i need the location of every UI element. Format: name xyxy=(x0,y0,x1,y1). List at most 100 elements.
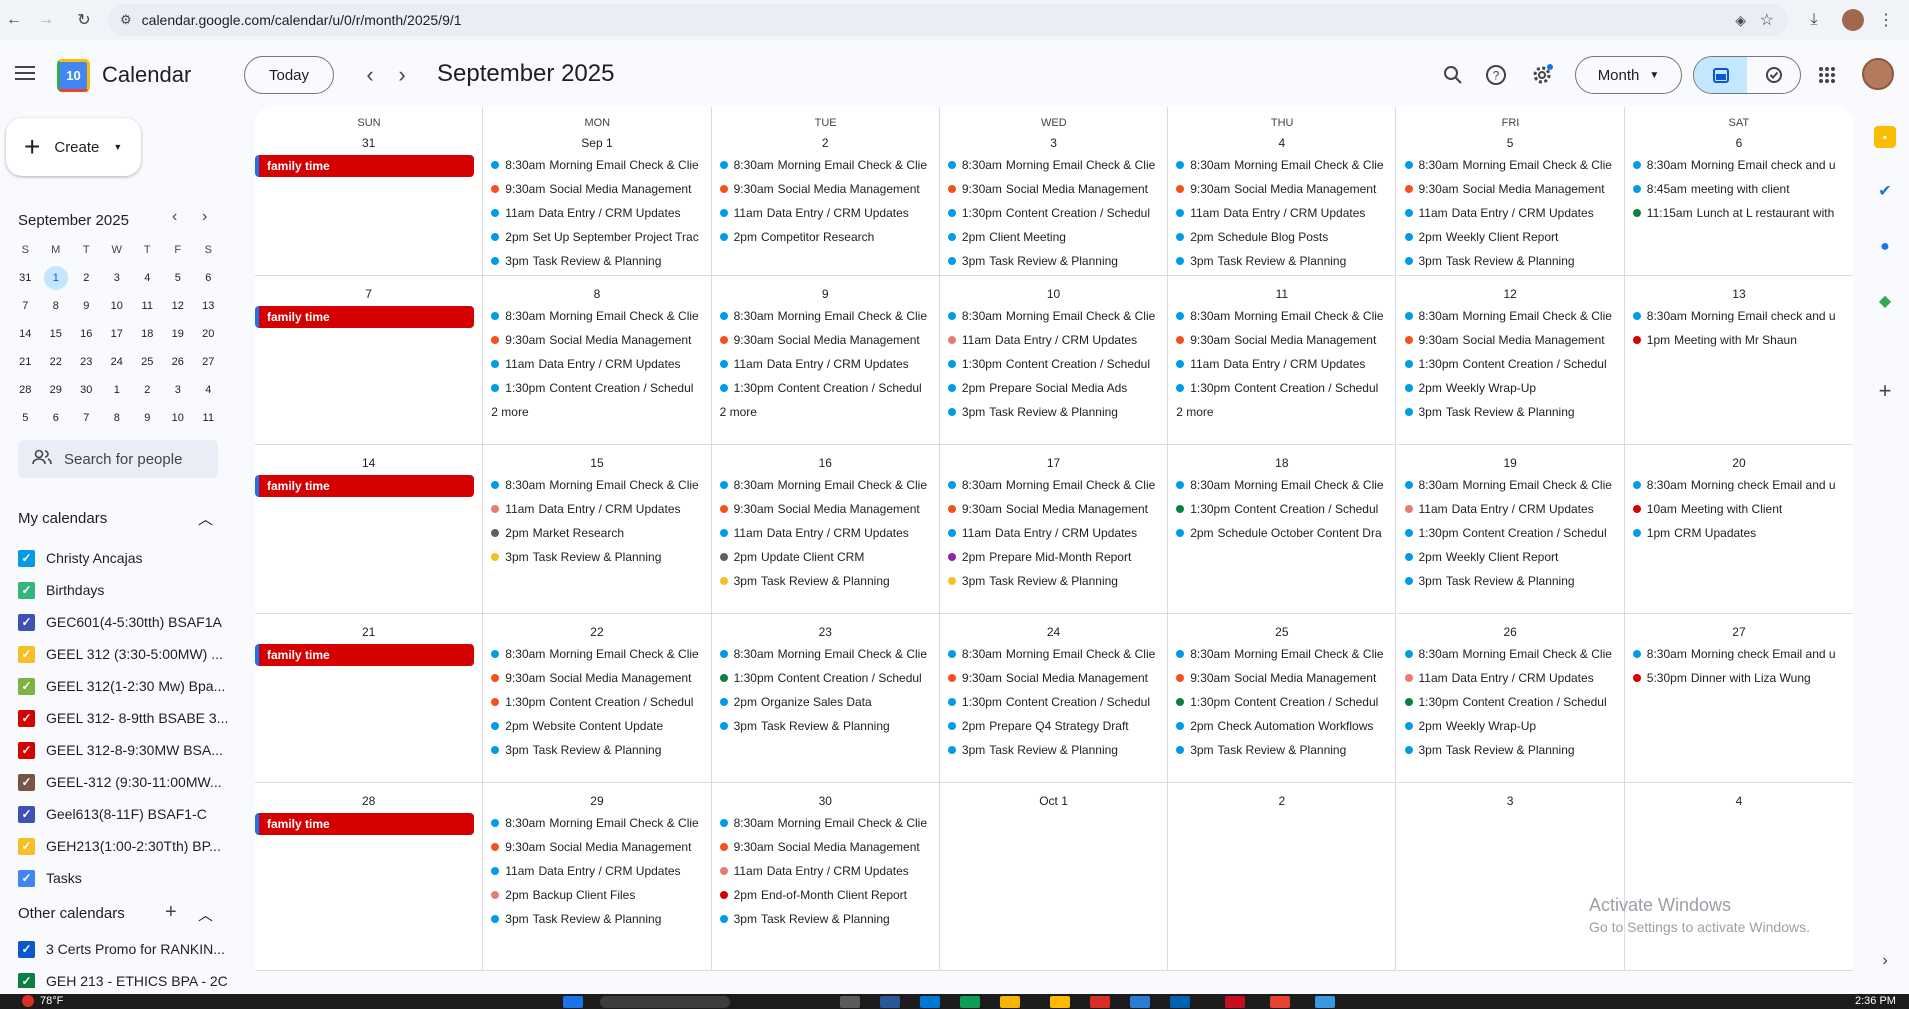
calendar-checkbox[interactable]: ✓ xyxy=(18,645,35,663)
maps-icon[interactable]: ◆ xyxy=(1874,290,1896,312)
mini-day[interactable]: 25 xyxy=(132,349,163,375)
day-number[interactable]: 29 xyxy=(483,791,710,811)
day-number[interactable]: 9 xyxy=(712,284,939,304)
mini-day[interactable]: 28 xyxy=(10,377,41,403)
event-chip[interactable]: 11am Data Entry / CRM Updates xyxy=(483,201,710,225)
day-number[interactable]: 26 xyxy=(1397,622,1624,642)
event-chip[interactable]: 8:30am Morning Email Check & Clie xyxy=(483,642,710,666)
event-chip[interactable]: 8:30am Morning Email Check & Clie xyxy=(712,304,939,328)
calendar-checkbox[interactable]: ✓ xyxy=(18,773,35,791)
settings-gear-icon[interactable] xyxy=(1527,60,1557,90)
mini-day[interactable]: 7 xyxy=(10,293,41,319)
calendar-checkbox[interactable]: ✓ xyxy=(18,741,35,759)
event-chip[interactable]: 11am Data Entry / CRM Updates xyxy=(483,859,710,883)
event-chip[interactable]: 9:30am Social Media Management xyxy=(1168,328,1395,352)
event-chip[interactable]: 3pm Task Review & Planning xyxy=(1168,249,1395,273)
mini-day[interactable]: 12 xyxy=(163,293,194,319)
calendar-checkbox[interactable]: ✓ xyxy=(18,869,35,887)
mini-day[interactable]: 2 xyxy=(71,265,102,291)
day-number[interactable]: 10 xyxy=(940,284,1167,304)
mini-day[interactable]: 20 xyxy=(193,321,224,347)
start-icon[interactable] xyxy=(563,996,583,1008)
mini-next-month-icon[interactable]: › xyxy=(202,208,207,226)
mini-day[interactable]: 4 xyxy=(193,377,224,403)
calendar-list-item[interactable]: ✓ GEC601(4-5:30tth) BSAF1A xyxy=(18,606,228,638)
day-cell[interactable]: 4 xyxy=(1624,783,1853,971)
mini-day[interactable]: 23 xyxy=(71,349,102,375)
day-number[interactable]: 4 xyxy=(1625,791,1853,811)
event-chip[interactable]: 3pm Task Review & Planning xyxy=(940,738,1167,762)
day-cell[interactable]: Oct 1 xyxy=(939,783,1169,971)
event-chip[interactable]: 1:30pm Content Creation / Schedul xyxy=(1397,521,1624,545)
day-cell[interactable]: 10 8:30am Morning Email Check & Clie 11am Da… xyxy=(939,276,1169,445)
site-info-icon[interactable]: ⚙ xyxy=(120,12,132,28)
event-chip[interactable]: 2pm Prepare Mid-Month Report xyxy=(940,545,1167,569)
chrome-icon[interactable] xyxy=(1000,996,1020,1008)
browser-menu-icon[interactable]: ⋮ xyxy=(1872,6,1900,34)
event-chip[interactable]: 8:30am Morning Email check and u xyxy=(1625,153,1853,177)
day-number[interactable]: 2 xyxy=(1168,791,1395,811)
mini-day[interactable]: 16 xyxy=(71,321,102,347)
day-number[interactable]: 20 xyxy=(1625,453,1853,473)
add-calendar-icon[interactable]: + xyxy=(165,901,177,924)
chevron-up-icon[interactable]: ︿ xyxy=(198,508,213,529)
event-chip[interactable]: 2pm Set Up September Project Trac xyxy=(483,225,710,249)
day-cell[interactable]: 24 8:30am Morning Email Check & Clie 9:30am… xyxy=(939,614,1169,783)
day-cell[interactable]: 2 8:30am Morning Email Check & Clie 9:30am S… xyxy=(711,107,940,276)
mini-day[interactable]: 10 xyxy=(163,405,194,431)
calendar-view-icon[interactable] xyxy=(1694,57,1747,93)
event-chip[interactable]: 1pm CRM Upadates xyxy=(1625,521,1853,545)
calendar-list-item[interactable]: ✓ Christy Ancajas xyxy=(18,542,228,574)
today-button[interactable]: Today xyxy=(244,56,334,94)
event-chip[interactable]: 11am Data Entry / CRM Updates xyxy=(483,497,710,521)
day-cell[interactable]: 30 8:30am Morning Email Check & Clie 9:30am… xyxy=(711,783,940,971)
all-day-event[interactable]: family time xyxy=(255,475,475,497)
event-chip[interactable]: 11am Data Entry / CRM Updates xyxy=(940,521,1167,545)
mini-day[interactable]: 17 xyxy=(102,321,133,347)
day-number[interactable]: 27 xyxy=(1625,622,1853,642)
day-cell[interactable]: Sep 1 8:30am Morning Email Check & Clie 9:3… xyxy=(483,107,712,276)
event-chip[interactable]: 9:30am Social Media Management xyxy=(940,666,1167,690)
mini-day[interactable]: 10 xyxy=(102,293,133,319)
calendar-checkbox[interactable]: ✓ xyxy=(18,613,35,631)
event-chip[interactable]: 1:30pm Content Creation / Schedul xyxy=(940,201,1167,225)
contacts-icon[interactable]: ● xyxy=(1874,236,1896,258)
event-chip[interactable]: 1:30pm Content Creation / Schedul xyxy=(1397,690,1624,714)
my-calendars-heading[interactable]: My calendars xyxy=(18,510,107,527)
event-chip[interactable]: 1:30pm Content Creation / Schedul xyxy=(1168,690,1395,714)
event-chip[interactable]: 2pm Weekly Client Report xyxy=(1397,545,1624,569)
mini-day[interactable]: 5 xyxy=(163,265,194,291)
mini-day[interactable]: 19 xyxy=(163,321,194,347)
day-number[interactable]: 24 xyxy=(940,622,1167,642)
mini-day[interactable]: 11 xyxy=(132,293,163,319)
event-chip[interactable]: 9:30am Social Media Management xyxy=(483,328,710,352)
mini-day[interactable]: 3 xyxy=(163,377,194,403)
calendar-checkbox[interactable]: ✓ xyxy=(18,837,35,855)
day-cell[interactable]: 17 8:30am Morning Email Check & Clie 9:30am… xyxy=(939,445,1169,614)
all-day-event[interactable]: family time xyxy=(255,306,475,328)
chevron-up-icon[interactable]: ︿ xyxy=(198,904,213,925)
day-cell[interactable]: 6 8:30am Morning Email check and u 8:45am me… xyxy=(1624,107,1853,276)
calendar-list-item[interactable]: ✓ GEH 213 - ETHICS BPA - 2C xyxy=(18,965,228,988)
address-bar[interactable]: ⚙ calendar.google.com/calendar/u/0/r/mon… xyxy=(108,4,1788,36)
next-month-icon[interactable]: › xyxy=(387,60,417,90)
day-number[interactable]: 31 xyxy=(255,133,482,153)
more-events-link[interactable]: 2 more xyxy=(483,400,710,424)
file-explorer-icon[interactable] xyxy=(1050,996,1070,1008)
day-number[interactable]: Sep 1 xyxy=(483,133,710,153)
day-number[interactable]: 23 xyxy=(712,622,939,642)
day-cell[interactable]: 28 family time xyxy=(255,783,484,971)
calendar-list-item[interactable]: ✓ GEEL 312(1-2:30 Mw) Bpa... xyxy=(18,670,228,702)
event-chip[interactable]: 1pm Meeting with Mr Shaun xyxy=(1625,328,1853,352)
day-number[interactable]: Oct 1 xyxy=(940,791,1167,811)
app-icon[interactable] xyxy=(1130,996,1150,1008)
day-number[interactable]: 28 xyxy=(255,791,482,811)
day-cell[interactable]: 13 8:30am Morning Email check and u 1pm Meet… xyxy=(1624,276,1853,445)
day-number[interactable]: 3 xyxy=(940,133,1167,153)
event-chip[interactable]: 3pm Task Review & Planning xyxy=(940,400,1167,424)
mini-day[interactable]: 31 xyxy=(10,265,41,291)
event-chip[interactable]: 1:30pm Content Creation / Schedul xyxy=(483,376,710,400)
day-number[interactable]: 16 xyxy=(712,453,939,473)
calendar-list-item[interactable]: ✓ GEEL 312-8-9:30MW BSA... xyxy=(18,734,228,766)
event-chip[interactable]: 3pm Task Review & Planning xyxy=(483,738,710,762)
